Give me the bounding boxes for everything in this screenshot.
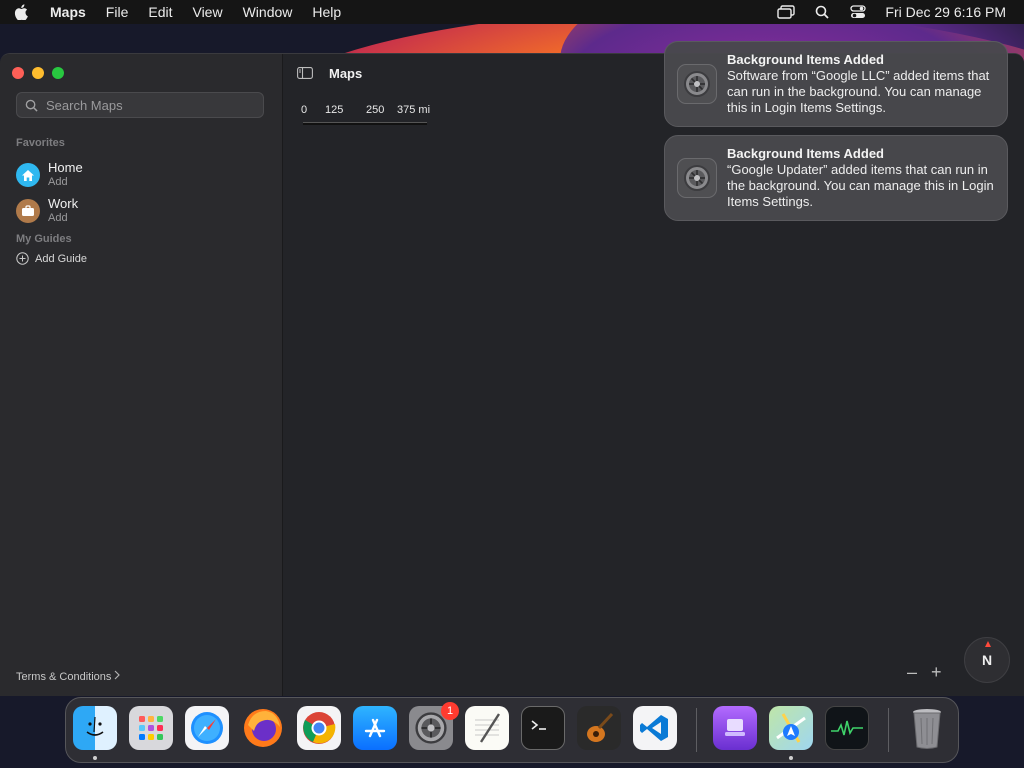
dock-separator — [696, 708, 697, 752]
finder-running-indicator — [93, 756, 97, 760]
menu-clock[interactable]: Fri Dec 29 6:16 PM — [885, 4, 1006, 20]
spotlight-search-icon[interactable] — [813, 5, 831, 19]
menu-edit[interactable]: Edit — [148, 4, 172, 20]
menu-bar: Maps File Edit View Window Help Fri Dec … — [0, 0, 1024, 24]
firefox-icon[interactable] — [241, 706, 285, 750]
notification-1-body: Software from “Google LLC” added items t… — [727, 68, 990, 115]
safari-icon[interactable] — [185, 706, 229, 750]
dock-separator — [888, 708, 889, 752]
screen-mirroring-icon[interactable] — [777, 5, 796, 19]
menu-help[interactable]: Help — [312, 4, 341, 20]
menu-window[interactable]: Window — [243, 4, 293, 20]
maps-running-indicator — [789, 756, 793, 760]
minimize-button[interactable] — [32, 67, 44, 79]
notification-background-items-2[interactable]: Background Items Added “Google Updater” … — [664, 135, 1008, 221]
trash-icon[interactable] — [905, 706, 949, 750]
add-guide-button[interactable]: Add Guide — [16, 252, 87, 265]
house-icon — [16, 163, 40, 187]
apple-menu-icon[interactable] — [14, 4, 34, 20]
scale-label-375: 375 mi — [397, 104, 431, 116]
system-settings-icon — [677, 158, 717, 198]
notification-badge: 1 — [441, 702, 459, 720]
zoom-controls: – + — [907, 662, 942, 683]
vscode-icon[interactable] — [633, 706, 677, 750]
chrome-icon[interactable] — [297, 706, 341, 750]
garageband-icon[interactable] — [577, 706, 621, 750]
plus-circle-icon — [16, 252, 29, 265]
add-guide-label: Add Guide — [35, 252, 87, 265]
control-center-icon[interactable] — [849, 5, 867, 19]
favorite-home-name: Home — [48, 160, 83, 175]
compass-button[interactable]: N — [964, 637, 1010, 683]
terms-link[interactable]: Terms & Conditions — [16, 670, 121, 683]
system-settings-icon — [677, 64, 717, 104]
briefcase-icon — [16, 199, 40, 223]
close-button[interactable] — [12, 67, 24, 79]
configurator-icon[interactable] — [713, 706, 757, 750]
terms-label: Terms & Conditions — [16, 670, 112, 683]
notification-1-title: Background Items Added — [727, 52, 884, 67]
search-input[interactable] — [44, 96, 258, 114]
activity-monitor-icon[interactable] — [825, 706, 869, 750]
app-store-icon[interactable] — [353, 706, 397, 750]
notification-2-body: “Google Updater” added items that can ru… — [727, 162, 994, 209]
search-field[interactable] — [16, 92, 264, 118]
dock: 1 — [65, 697, 959, 763]
menu-app-name[interactable]: Maps — [50, 4, 86, 20]
favorite-work-name: Work — [48, 196, 79, 211]
maps-icon[interactable] — [769, 706, 813, 750]
sidebar-toggle-icon[interactable] — [297, 67, 313, 79]
chevron-right-icon — [114, 670, 121, 683]
menu-view[interactable]: View — [192, 4, 222, 20]
favorite-work-sub: Add — [48, 212, 68, 224]
system-settings-icon[interactable]: 1 — [409, 702, 459, 750]
notification-background-items-1[interactable]: Background Items Added Software from “Go… — [664, 41, 1008, 127]
map-scale: 0 125 250 375 mi — [301, 104, 430, 116]
favorite-home-sub: Add — [48, 176, 68, 188]
launchpad-icon[interactable] — [129, 706, 173, 750]
zoom-button[interactable] — [52, 67, 64, 79]
finder-icon[interactable] — [73, 706, 117, 750]
scale-label-125: 125 — [325, 104, 344, 116]
window-title: Maps — [329, 65, 363, 81]
terminal-icon[interactable] — [521, 706, 565, 750]
textedit-icon[interactable] — [465, 706, 509, 750]
menu-file[interactable]: File — [106, 4, 129, 20]
scale-label-250: 250 — [366, 104, 385, 116]
window-controls — [12, 67, 64, 79]
scale-bar — [303, 122, 427, 125]
zoom-out-button[interactable]: – — [907, 662, 917, 683]
notification-2-title: Background Items Added — [727, 146, 884, 161]
compass-label: N — [981, 652, 993, 668]
favorite-home[interactable]: Home Add — [16, 161, 83, 189]
my-guides-header: My Guides — [16, 233, 72, 245]
compass-needle-icon — [985, 641, 991, 647]
favorites-header: Favorites — [16, 137, 65, 149]
scale-label-0: 0 — [301, 104, 308, 116]
favorite-work[interactable]: Work Add — [16, 197, 78, 225]
zoom-in-button[interactable]: + — [931, 662, 942, 683]
sidebar: Favorites Home Add Work Add My Guides Ad… — [0, 54, 283, 696]
search-icon — [25, 99, 38, 112]
